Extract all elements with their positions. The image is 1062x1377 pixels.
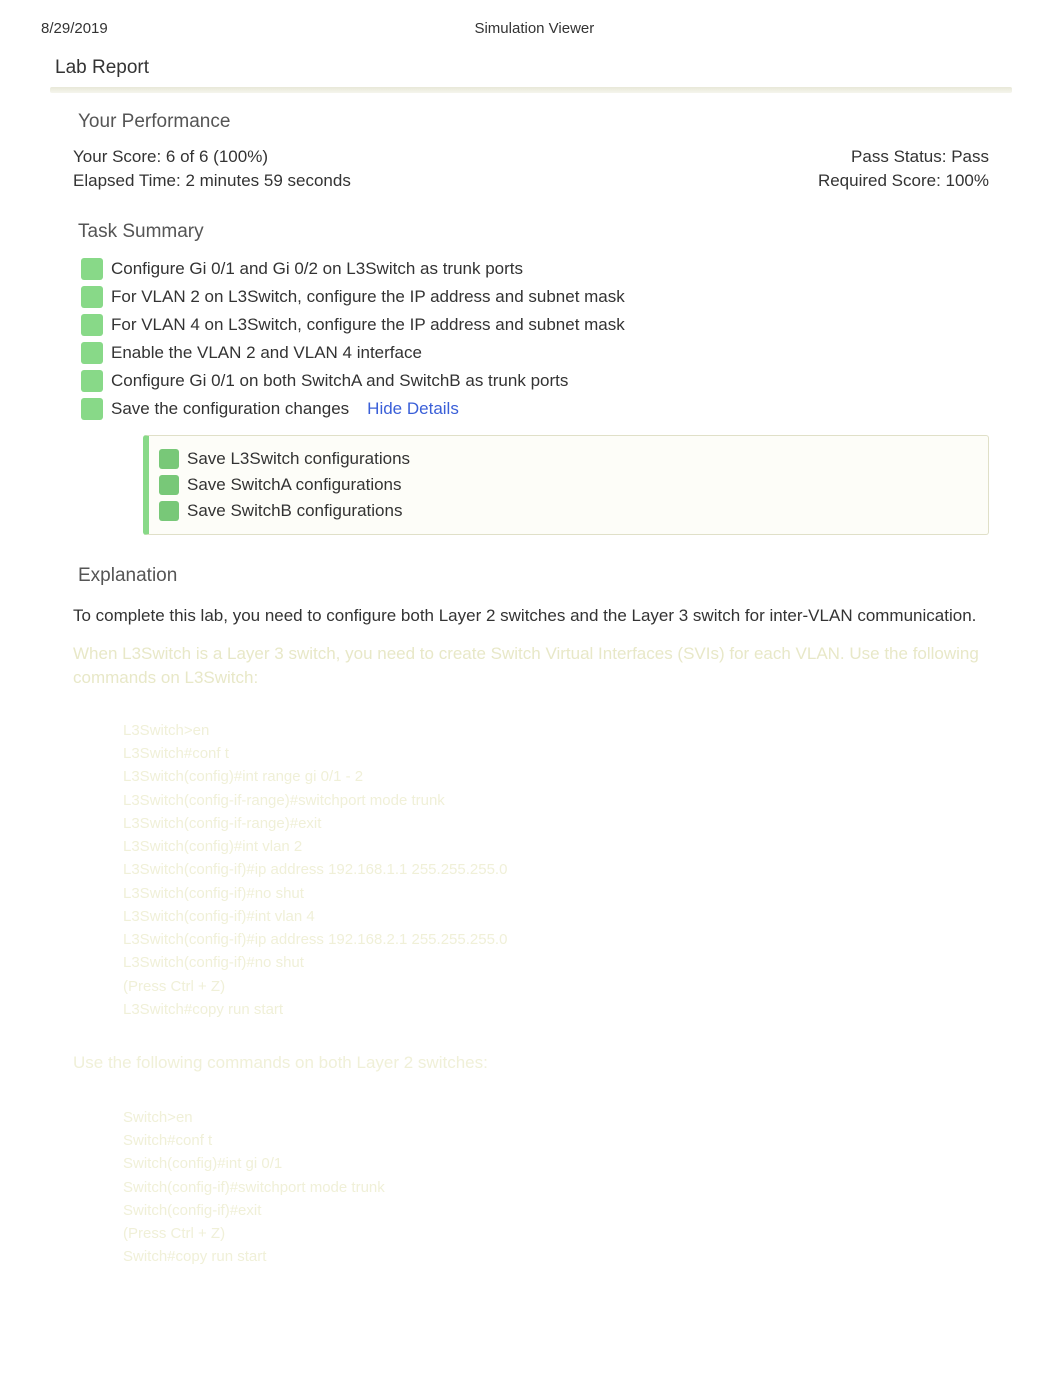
page-header: 8/29/2019 Simulation Viewer (0, 0, 1062, 47)
task-item: For VLAN 2 on L3Switch, configure the IP… (81, 283, 989, 311)
check-icon (81, 286, 103, 308)
elapsed-time: Elapsed Time: 2 minutes 59 seconds (73, 171, 351, 191)
check-icon (81, 314, 103, 336)
performance-row-2: Elapsed Time: 2 minutes 59 seconds Requi… (73, 169, 989, 193)
pass-status: Pass Status: Pass (851, 147, 989, 167)
header-title: Simulation Viewer (48, 20, 1021, 37)
task-item: For VLAN 4 on L3Switch, configure the IP… (81, 311, 989, 339)
hide-details-link[interactable]: Hide Details (367, 399, 459, 419)
task-text: For VLAN 2 on L3Switch, configure the IP… (111, 287, 625, 307)
detail-text: Save SwitchB configurations (187, 501, 402, 521)
task-text: Configure Gi 0/1 and Gi 0/2 on L3Switch … (111, 259, 523, 279)
task-text: Save the configuration changes (111, 399, 349, 419)
report-title: Lab Report (0, 47, 1062, 87)
score-label: Your Score: 6 of 6 (100%) (73, 147, 268, 167)
intermediate-text: Use the following commands on both Layer… (73, 1041, 989, 1086)
detail-item: Save SwitchB configurations (149, 498, 988, 524)
task-text: Configure Gi 0/1 on both SwitchA and Swi… (111, 371, 568, 391)
detail-text: Save SwitchA configurations (187, 475, 402, 495)
detail-item: Save L3Switch configurations (149, 446, 988, 472)
check-icon (159, 501, 179, 521)
check-icon (81, 342, 103, 364)
task-item: Configure Gi 0/1 and Gi 0/2 on L3Switch … (81, 255, 989, 283)
check-icon (159, 449, 179, 469)
detail-item: Save SwitchA configurations (149, 472, 988, 498)
explanation-heading: Explanation (73, 547, 989, 599)
task-text: Enable the VLAN 2 and VLAN 4 interface (111, 343, 422, 363)
required-score: Required Score: 100% (818, 171, 989, 191)
check-icon (159, 475, 179, 495)
code-block-2: Switch>en Switch#conf t Switch(config)#i… (73, 1086, 989, 1289)
task-list: Configure Gi 0/1 and Gi 0/2 on L3Switch … (73, 255, 989, 423)
task-item: Configure Gi 0/1 on both SwitchA and Swi… (81, 367, 989, 395)
detail-text: Save L3Switch configurations (187, 449, 410, 469)
check-icon (81, 370, 103, 392)
performance-section: Your Performance Your Score: 6 of 6 (100… (0, 93, 1062, 1289)
performance-heading: Your Performance (73, 93, 989, 145)
code-block-1: L3Switch>en L3Switch#conf t L3Switch(con… (73, 699, 989, 1041)
task-text: For VLAN 4 on L3Switch, configure the IP… (111, 315, 625, 335)
task-summary-heading: Task Summary (73, 193, 989, 255)
performance-row-1: Your Score: 6 of 6 (100%) Pass Status: P… (73, 145, 989, 169)
task-item: Save the configuration changes Hide Deta… (81, 395, 989, 423)
check-icon (81, 398, 103, 420)
details-box: Save L3Switch configurations Save Switch… (143, 435, 989, 535)
check-icon (81, 258, 103, 280)
explanation-intro2: When L3Switch is a Layer 3 switch, you n… (73, 637, 989, 699)
task-item: Enable the VLAN 2 and VLAN 4 interface (81, 339, 989, 367)
explanation-intro: To complete this lab, you need to config… (73, 599, 989, 637)
